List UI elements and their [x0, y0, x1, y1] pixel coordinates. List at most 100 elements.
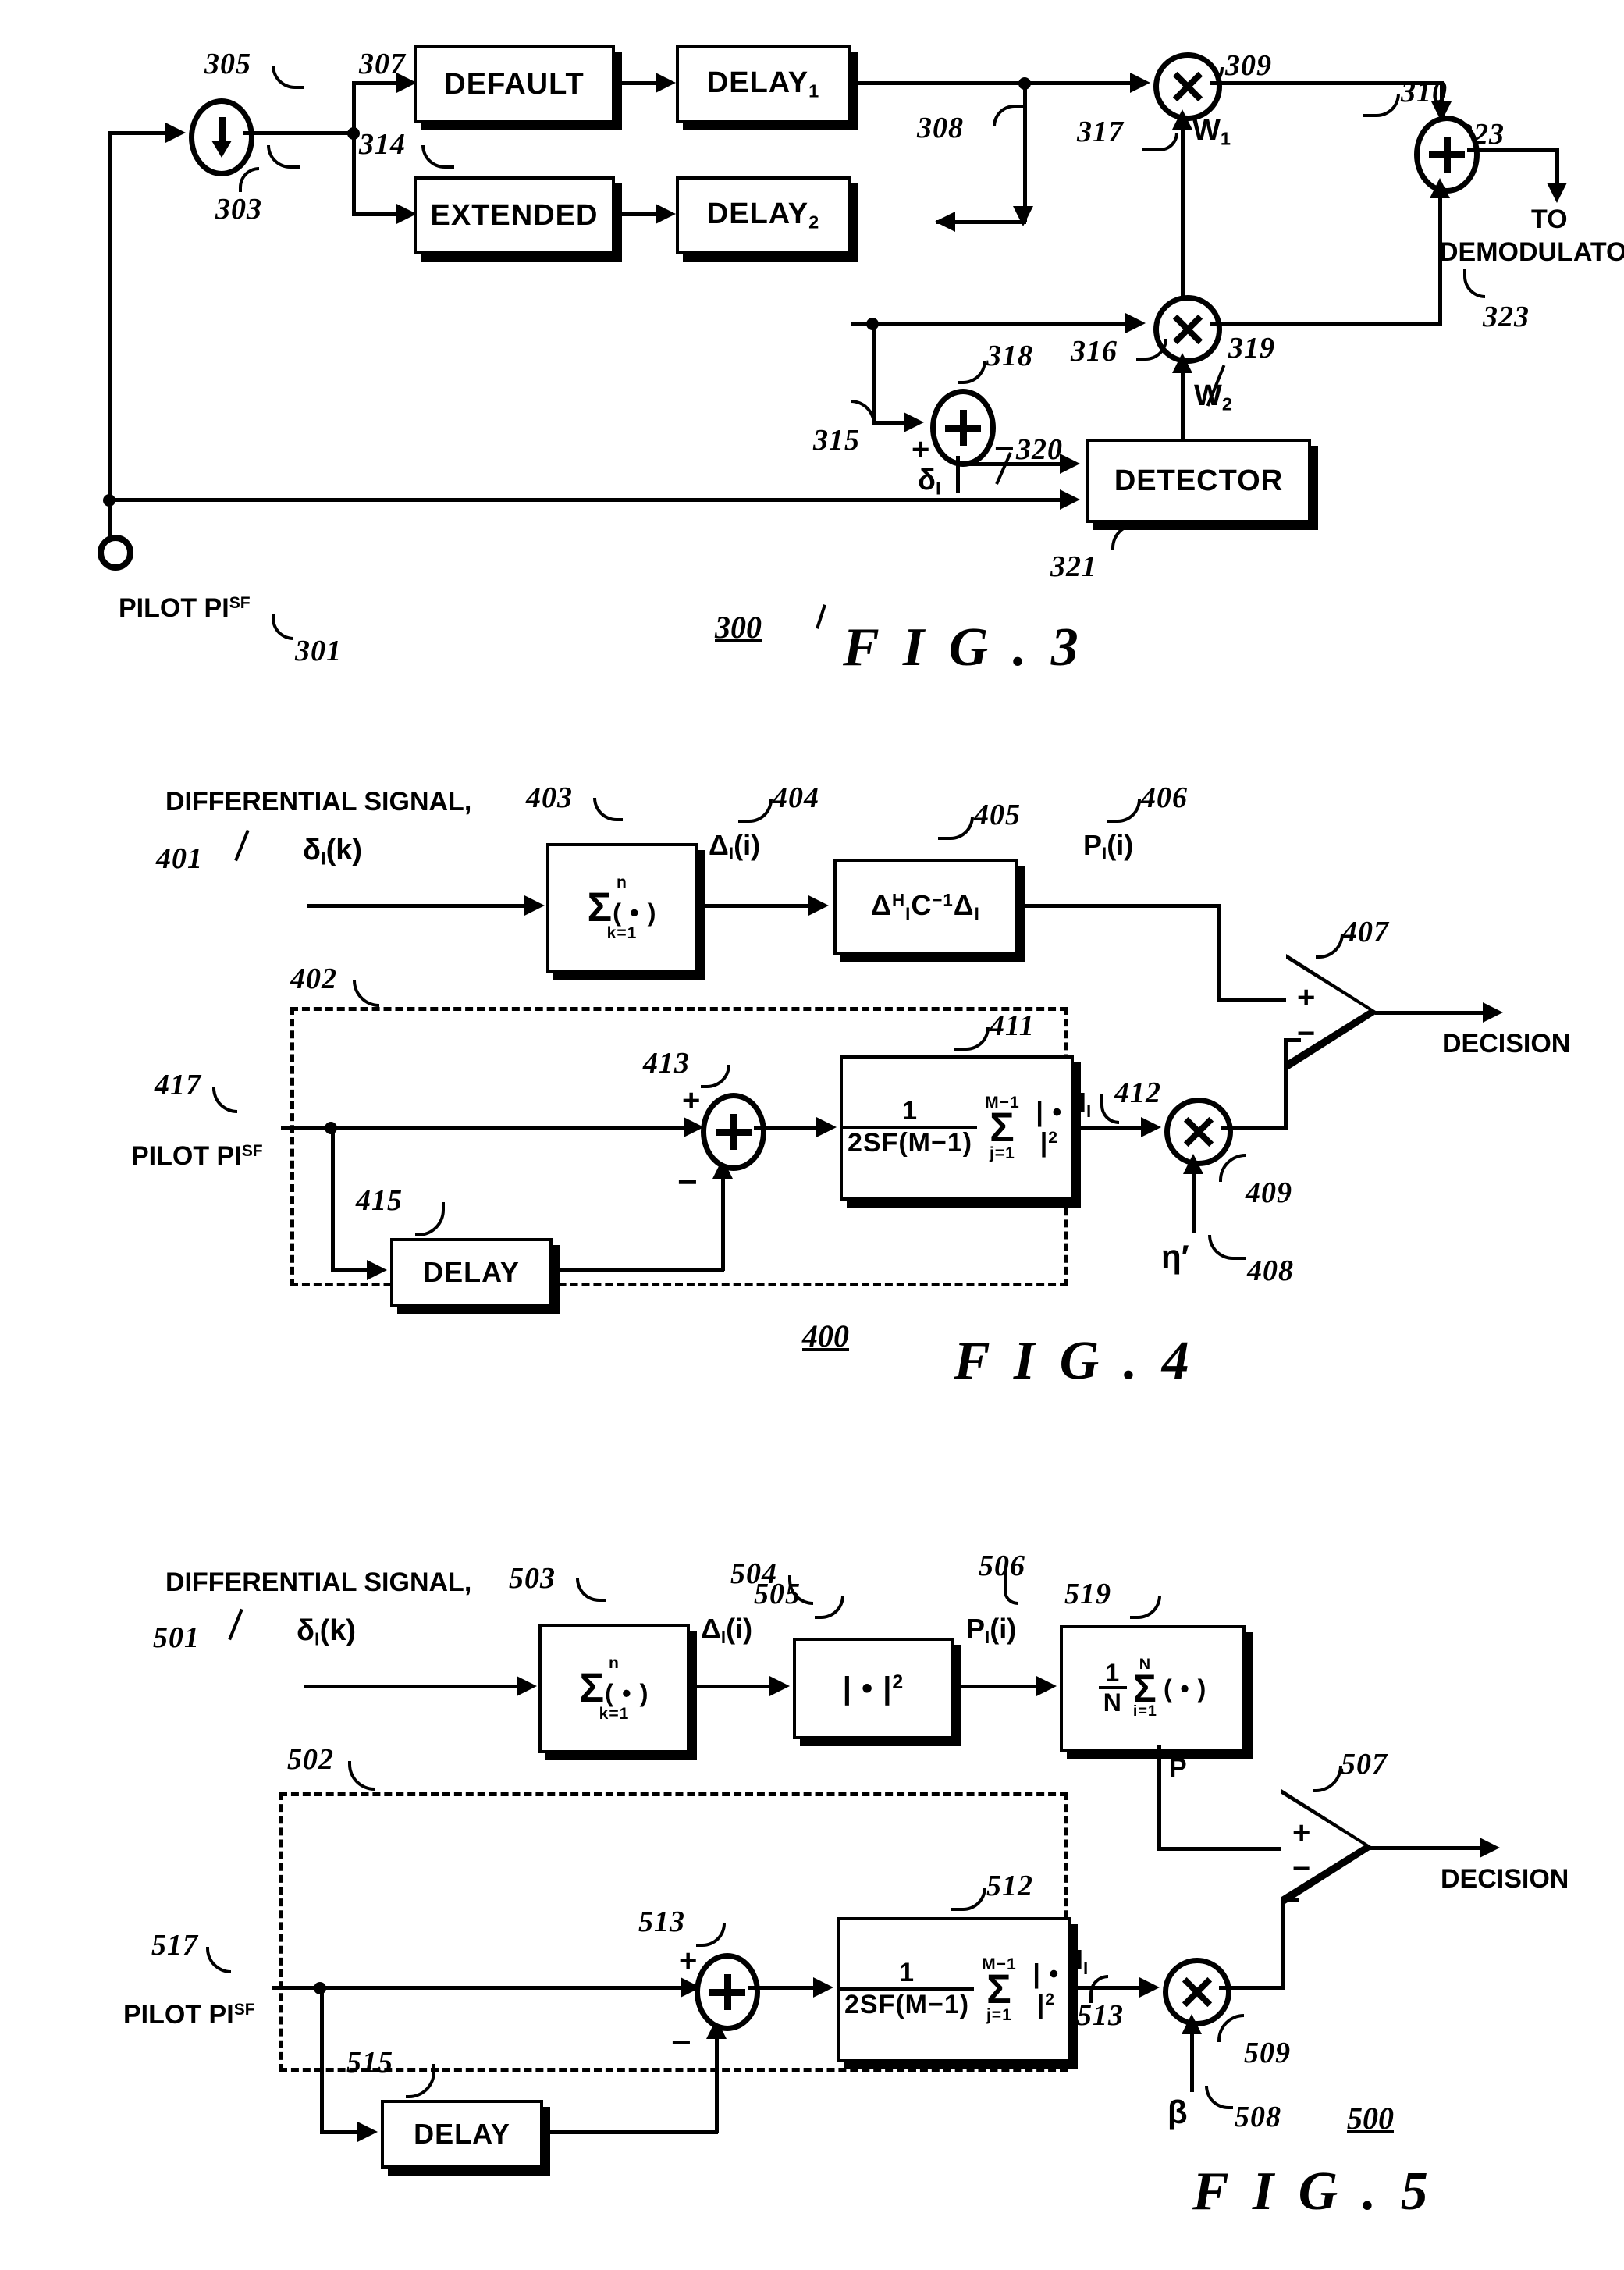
ref-323: 323 — [1483, 301, 1530, 333]
avg-sigma-511: M−1 Σ j=1 — [982, 1955, 1017, 2024]
ref-315: 316 — [1071, 335, 1118, 368]
magnitude-square-block-505: | • |2 — [793, 1638, 954, 1739]
fig4-decision-label: DECISION — [1442, 1029, 1571, 1059]
leader-508 — [1205, 2086, 1233, 2109]
ref-512: 513 — [1077, 1999, 1124, 2032]
average-block-511: 1 2SF(M−1) M−1 Σ j=1 | • |2 — [837, 1917, 1071, 2062]
ref-313: 314 — [359, 128, 406, 161]
ref-515: 515 — [346, 2046, 393, 2079]
leader-501 — [228, 1608, 243, 1641]
fig4-sum413-out — [754, 1126, 826, 1130]
multiply-icon — [1179, 1974, 1215, 2010]
navg-sigma-519: N Σ i=1 — [1132, 1655, 1157, 1720]
leader-409 — [1219, 1154, 1246, 1182]
ref-502: 502 — [287, 1743, 334, 1776]
extended-block: EXTENDED — [414, 176, 615, 254]
fig5-number: 500 — [1347, 2101, 1394, 2136]
fig3-tick — [816, 604, 826, 629]
fig4-eta-label: η′ — [1161, 1238, 1189, 1275]
magsq-expr-505: | • |2 — [842, 1670, 904, 1706]
fig5-decision-label: DECISION — [1441, 1864, 1569, 1894]
fig3-number: 300 — [715, 610, 762, 645]
leader-503 — [576, 1578, 606, 1602]
summation-expr-403: n Σ( • ) k=1 — [587, 873, 657, 942]
leader-320 — [1111, 523, 1136, 550]
average-block-411: 1 2SF(M−1) M−1 Σ j=1 | • |2 — [840, 1055, 1074, 1201]
fig4-411-out — [1072, 1126, 1152, 1130]
leader-317 — [958, 361, 986, 384]
ref-301: 301 — [295, 635, 342, 667]
ref-417: 417 — [155, 1069, 201, 1101]
ref-308: 308 — [917, 112, 964, 144]
fig5-caption: F I G . 5 — [1192, 2161, 1434, 2222]
comparator-507: + − — [1281, 1789, 1373, 1906]
fig3-caption: F I G . 3 — [843, 617, 1084, 678]
ref-517: 517 — [151, 1929, 198, 1962]
arrow-to-demod — [1547, 183, 1567, 203]
ref-508: 508 — [1235, 2101, 1281, 2133]
fig5-mult509-to-cmp — [1281, 1898, 1299, 1902]
fig4-input-line — [307, 904, 535, 908]
ref-403: 403 — [526, 781, 573, 814]
default-block: DEFAULT — [414, 45, 615, 123]
ref-415: 415 — [356, 1184, 403, 1217]
delay2-label: DELAY2 — [706, 197, 820, 233]
fig4-404-line — [696, 904, 821, 908]
leader-502 — [348, 1761, 375, 1791]
fig5-input-line — [304, 1685, 528, 1688]
arrow-into-mult309 — [1130, 73, 1150, 93]
arrow-decision-fig5 — [1480, 1838, 1500, 1858]
demodulator-label: DEMODULATOR — [1439, 237, 1624, 267]
ref-509: 509 — [1244, 2037, 1291, 2069]
ref-406: 406 — [1141, 781, 1188, 814]
ref-305: 305 — [204, 48, 251, 80]
summer-317 — [930, 389, 996, 467]
ref-317: 318 — [986, 340, 1033, 372]
leader-506 — [1004, 1571, 1018, 1605]
ref-303: 303 — [215, 193, 262, 226]
delay1-block: DELAY1 — [676, 45, 851, 123]
leader-405 — [938, 817, 974, 840]
fig5-511-out — [1069, 1986, 1150, 1990]
w2-label: W2 — [1194, 379, 1232, 415]
arrow-into-sum503 — [517, 1676, 537, 1696]
fig5-delta-k-label: δI(k) — [297, 1614, 357, 1649]
ref-513: 513 — [638, 1905, 685, 1938]
ref-519: 519 — [1064, 1578, 1111, 1610]
sum321-out — [1467, 148, 1559, 152]
split-riser — [352, 81, 356, 214]
arrow-into-mult409 — [1141, 1117, 1161, 1137]
fig4-406-line — [1018, 904, 1221, 908]
delta-label-fig3: δI — [918, 464, 941, 499]
detector-to-w2 — [1181, 390, 1185, 439]
delay415-label: DELAY — [423, 1256, 520, 1288]
extended-label: EXTENDED — [430, 198, 599, 232]
fig4-pilot-label: PILOT PISF — [131, 1141, 263, 1171]
arrow-into-delay515 — [357, 2122, 378, 2142]
delay-block-515: DELAY — [381, 2100, 543, 2169]
avg-sigma-411: M−1 Σ j=1 — [985, 1094, 1020, 1162]
delay515-label: DELAY — [414, 2118, 510, 2150]
mult315-up-to-sum — [1438, 197, 1442, 323]
fig5-mult509-up — [1281, 1898, 1285, 1989]
navg-expr-519: 1 N N Σ i=1 ( • ) — [1098, 1655, 1207, 1720]
ref-401: 401 — [156, 842, 203, 875]
leader-313 — [421, 145, 454, 169]
leader-401 — [234, 829, 250, 862]
quadratic-block-405: ΔHIC−1ΔI — [833, 859, 1018, 955]
fig4-caption: F I G . 4 — [954, 1331, 1195, 1391]
to-label: TO — [1531, 205, 1568, 234]
fig4-delay-branch — [331, 1126, 335, 1271]
arrow-into-magsq505 — [769, 1676, 790, 1696]
fig4-differential-signal-label: DIFFERENTIAL SIGNAL, — [165, 787, 472, 817]
multiply-icon — [1170, 311, 1206, 347]
leader-402 — [353, 980, 379, 1007]
fig5-delay-out — [543, 2130, 718, 2134]
default-label: DEFAULT — [444, 67, 585, 101]
plus-sign-317: + — [912, 432, 930, 467]
arrow-into-sum403 — [524, 895, 545, 916]
fig5-minus-513: − — [671, 2023, 691, 2062]
leader-403 — [593, 798, 623, 821]
fig4-plus-413: + — [682, 1083, 701, 1118]
summer-413 — [701, 1093, 766, 1171]
